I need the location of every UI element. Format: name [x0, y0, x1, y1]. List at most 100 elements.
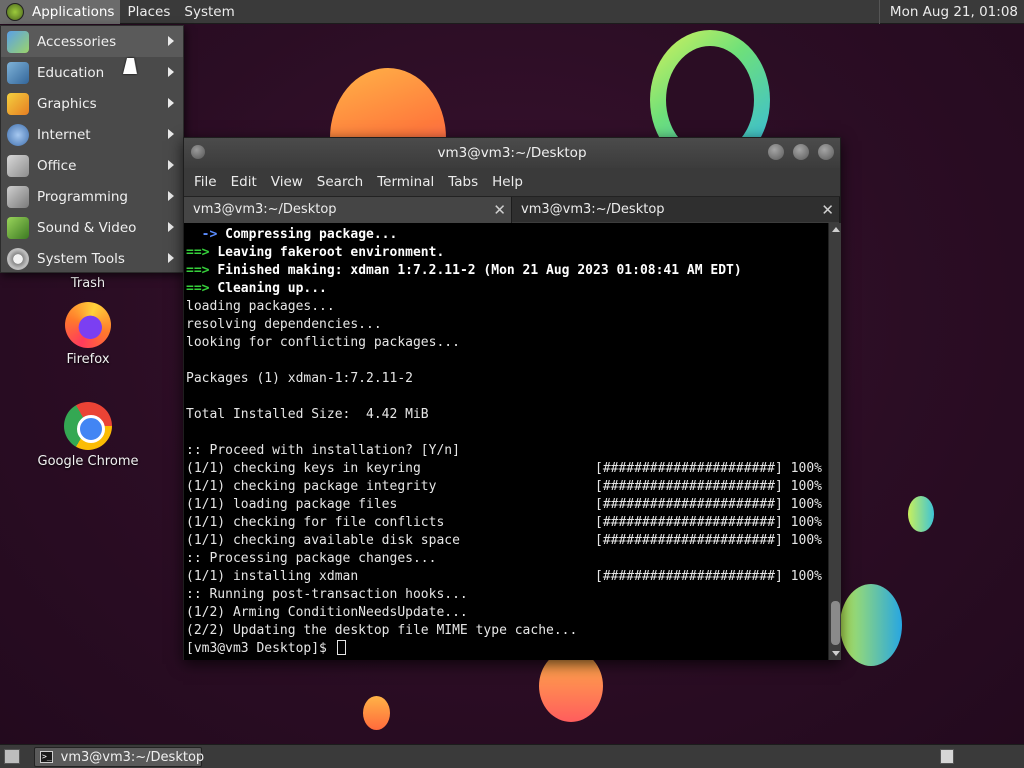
terminal-line: :: Proceed with installation? [Y/n]: [186, 442, 828, 460]
terminal-line-text: (1/1) checking package integrity: [186, 479, 437, 494]
terminal-line: (1/1) checking for file conflicts [######…: [186, 514, 828, 532]
terminal-line: :: Processing package changes...: [186, 550, 828, 568]
submenu-arrow-icon: [168, 98, 174, 108]
close-tab-icon[interactable]: ✕: [821, 197, 834, 223]
bottom-panel: >_ vm3@vm3:~/Desktop: [0, 744, 1024, 768]
terminal-line-text: :: Running post-transaction hooks...: [186, 587, 468, 602]
programming-icon: [7, 185, 29, 208]
tab-2[interactable]: vm3@vm3:~/Desktop ✕: [512, 197, 840, 223]
show-desktop-icon[interactable]: [4, 749, 20, 764]
menu-item-sound-video[interactable]: Sound & Video: [1, 212, 183, 243]
terminal-tabs: vm3@vm3:~/Desktop ✕ vm3@vm3:~/Desktop ✕: [184, 196, 840, 223]
terminal-line: :: Running post-transaction hooks...: [186, 586, 828, 604]
progress-bar-text: [######################] 100%: [595, 479, 822, 494]
terminal-line-text: loading packages...: [186, 299, 335, 314]
applications-dropdown: Accessories Education Graphics Internet …: [0, 25, 184, 273]
terminal-line: (2/2) Updating the desktop file MIME typ…: [186, 622, 828, 640]
sound-video-icon: [7, 216, 29, 239]
trash-label: Trash: [70, 276, 106, 291]
menu-edit[interactable]: Edit: [224, 174, 264, 190]
terminal-line: ==> Leaving fakeroot environment.: [186, 244, 828, 262]
menu-item-system-tools[interactable]: System Tools: [1, 243, 183, 274]
terminal-line: Packages (1) xdman-1:7.2.11-2: [186, 370, 828, 388]
chrome-desktop-icon[interactable]: Google Chrome: [28, 402, 148, 469]
terminal-line: -> Compressing package...: [186, 226, 828, 244]
close-button[interactable]: [818, 144, 834, 160]
places-menu[interactable]: Places: [120, 4, 177, 20]
maximize-button[interactable]: [793, 144, 809, 160]
terminal-line: loading packages...: [186, 298, 828, 316]
office-icon: [7, 154, 29, 177]
menu-item-graphics[interactable]: Graphics: [1, 88, 183, 119]
progress-bar-text: [######################] 100%: [595, 533, 822, 548]
chrome-icon: [64, 402, 112, 450]
submenu-arrow-icon: [168, 253, 174, 263]
chrome-label: Google Chrome: [37, 454, 139, 469]
menu-view[interactable]: View: [264, 174, 310, 190]
applications-menu-button[interactable]: Applications: [0, 0, 121, 24]
taskbar-terminal-button[interactable]: >_ vm3@vm3:~/Desktop: [34, 747, 205, 767]
tab-label: vm3@vm3:~/Desktop: [193, 202, 337, 217]
terminal-window: vm3@vm3:~/Desktop File Edit View Search …: [183, 137, 841, 660]
wallpaper-orange-bottom-blob: [539, 650, 603, 722]
terminal-cursor: [336, 640, 346, 655]
clock[interactable]: Mon Aug 21, 01:08: [878, 0, 1024, 24]
menu-search[interactable]: Search: [310, 174, 370, 190]
window-menu-button[interactable]: [191, 145, 205, 159]
trash-desktop-icon[interactable]: Trash: [28, 276, 148, 291]
terminal-line-prefix: ==>: [186, 263, 218, 278]
scrollbar-thumb[interactable]: [831, 601, 840, 645]
terminal-line-text: Finished making: xdman 1:7.2.11-2 (Mon 2…: [217, 263, 742, 278]
terminal-scrollbar[interactable]: [828, 223, 841, 660]
applications-label: Applications: [32, 3, 115, 20]
graphics-icon: [7, 92, 29, 115]
menu-item-label: Graphics: [37, 95, 97, 112]
menu-item-label: System Tools: [37, 250, 125, 267]
terminal-output[interactable]: -> Compressing package... ==> Leaving fak…: [184, 223, 828, 660]
scroll-down-icon[interactable]: [832, 651, 840, 656]
menu-item-office[interactable]: Office: [1, 150, 183, 181]
tab-1[interactable]: vm3@vm3:~/Desktop ✕: [184, 197, 512, 223]
wallpaper-small-blob: [908, 496, 934, 532]
menu-item-label: Education: [37, 64, 105, 81]
terminal-line-text: (1/1) installing xdman: [186, 569, 359, 584]
terminal-line: ==> Cleaning up...: [186, 280, 828, 298]
menu-help[interactable]: Help: [485, 174, 530, 190]
terminal-line-text: (1/1) checking keys in keyring: [186, 461, 421, 476]
menu-item-accessories[interactable]: Accessories: [1, 26, 183, 57]
terminal-line-text: (1/2) Arming ConditionNeedsUpdate...: [186, 605, 468, 620]
window-titlebar[interactable]: vm3@vm3:~/Desktop: [184, 138, 840, 168]
terminal-line-text: (1/1) checking available disk space: [186, 533, 460, 548]
distro-logo-icon: [6, 2, 24, 21]
terminal-line: resolving dependencies...: [186, 316, 828, 334]
menu-tabs[interactable]: Tabs: [441, 174, 485, 190]
terminal-lines: -> Compressing package... ==> Leaving fak…: [184, 223, 828, 658]
menu-terminal[interactable]: Terminal: [370, 174, 441, 190]
submenu-arrow-icon: [168, 160, 174, 170]
system-menu[interactable]: System: [177, 4, 241, 20]
progress-bar-text: [######################] 100%: [595, 515, 822, 530]
terminal-line-text: (1/1) checking for file conflicts: [186, 515, 445, 530]
terminal-line-text: Compressing package...: [225, 227, 398, 242]
terminal-line-text: (1/1) loading package files: [186, 497, 398, 512]
internet-icon: [7, 123, 29, 146]
task-label: vm3@vm3:~/Desktop: [60, 749, 205, 765]
menu-item-education[interactable]: Education: [1, 57, 183, 88]
terminal-line: (1/1) checking available disk space [####…: [186, 532, 828, 550]
accessories-icon: [7, 30, 29, 53]
firefox-label: Firefox: [66, 352, 110, 367]
terminal-line-text: [vm3@vm3 Desktop]$: [186, 641, 335, 656]
scroll-up-icon[interactable]: [832, 227, 840, 232]
minimize-button[interactable]: [768, 144, 784, 160]
firefox-desktop-icon[interactable]: Firefox: [28, 302, 148, 367]
menu-item-internet[interactable]: Internet: [1, 119, 183, 150]
menu-file[interactable]: File: [187, 174, 224, 190]
submenu-arrow-icon: [168, 129, 174, 139]
menu-item-programming[interactable]: Programming: [1, 181, 183, 212]
window-title: vm3@vm3:~/Desktop: [437, 145, 587, 161]
close-tab-icon[interactable]: ✕: [493, 197, 506, 223]
terminal-line: Total Installed Size: 4.42 MiB: [186, 406, 828, 424]
workspace-switcher[interactable]: [940, 749, 954, 764]
terminal-line: (1/1) checking package integrity [#######…: [186, 478, 828, 496]
